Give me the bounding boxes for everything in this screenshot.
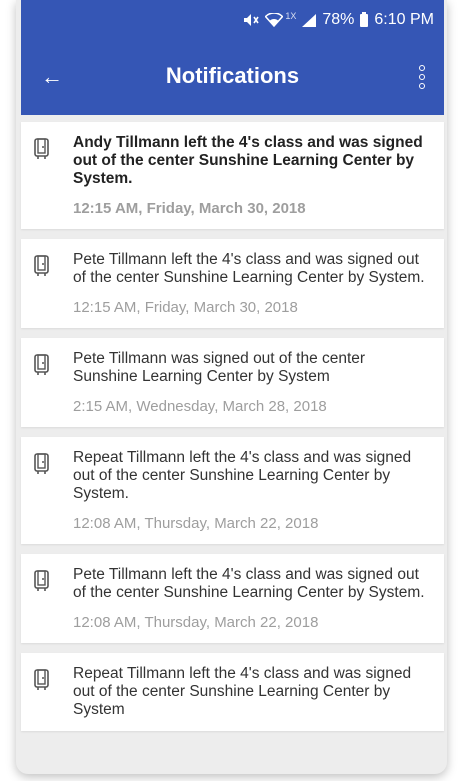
notification-timestamp: 2:15 AM, Wednesday, March 28, 2018 [73,398,327,415]
clock: 6:10 PM [374,11,434,28]
title-bar: ← Notifications [21,57,444,97]
more-dot-icon [419,65,425,71]
battery-icon [360,11,369,27]
door-exit-icon [34,255,50,277]
notification-text: Pete Tillmann left the 4's class and was… [73,566,425,601]
battery-percent: 78% [322,11,355,28]
more-options-button[interactable] [410,63,434,91]
notification-text: Pete Tillmann was signed out of the cent… [73,350,366,385]
notification-timestamp: 12:08 AM, Thursday, March 22, 2018 [73,515,319,532]
door-exit-icon [34,138,50,160]
notification-item[interactable]: Pete Tillmann left the 4's class and was… [21,239,444,328]
door-exit-icon [34,453,50,475]
notification-text: Repeat Tillmann left the 4's class and w… [73,665,412,718]
notification-text: Andy Tillmann left the 4's class and was… [73,134,423,187]
notification-list: Andy Tillmann left the 4's class and was… [21,122,444,741]
page-title: Notifications [165,63,300,88]
signal-icon [302,13,317,27]
app-bar: 1X 78% 6:10 PM ← Notifications [21,0,444,115]
door-exit-icon [34,570,50,592]
notification-text: Repeat Tillmann left the 4's class and w… [73,449,412,502]
more-dot-icon [419,74,425,80]
mute-icon [243,13,260,27]
notification-item[interactable]: Pete Tillmann was signed out of the cent… [21,338,444,427]
notification-item[interactable]: Repeat Tillmann left the 4's class and w… [21,437,444,544]
door-exit-icon [34,669,50,691]
notification-item[interactable]: Pete Tillmann left the 4's class and was… [21,554,444,643]
notification-item[interactable]: Andy Tillmann left the 4's class and was… [21,122,444,229]
wifi-icon [265,13,284,27]
door-exit-icon [34,354,50,376]
notification-text: Pete Tillmann left the 4's class and was… [73,251,425,286]
notification-timestamp: 12:15 AM, Friday, March 30, 2018 [73,200,306,217]
more-dot-icon [419,83,425,89]
status-bar: 1X 78% 6:10 PM [243,0,434,40]
network-type: 1X [285,11,297,21]
notification-timestamp: 12:15 AM, Friday, March 30, 2018 [73,299,298,316]
notification-timestamp: 12:08 AM, Thursday, March 22, 2018 [73,614,319,631]
notification-item[interactable]: Repeat Tillmann left the 4's class and w… [21,653,444,731]
